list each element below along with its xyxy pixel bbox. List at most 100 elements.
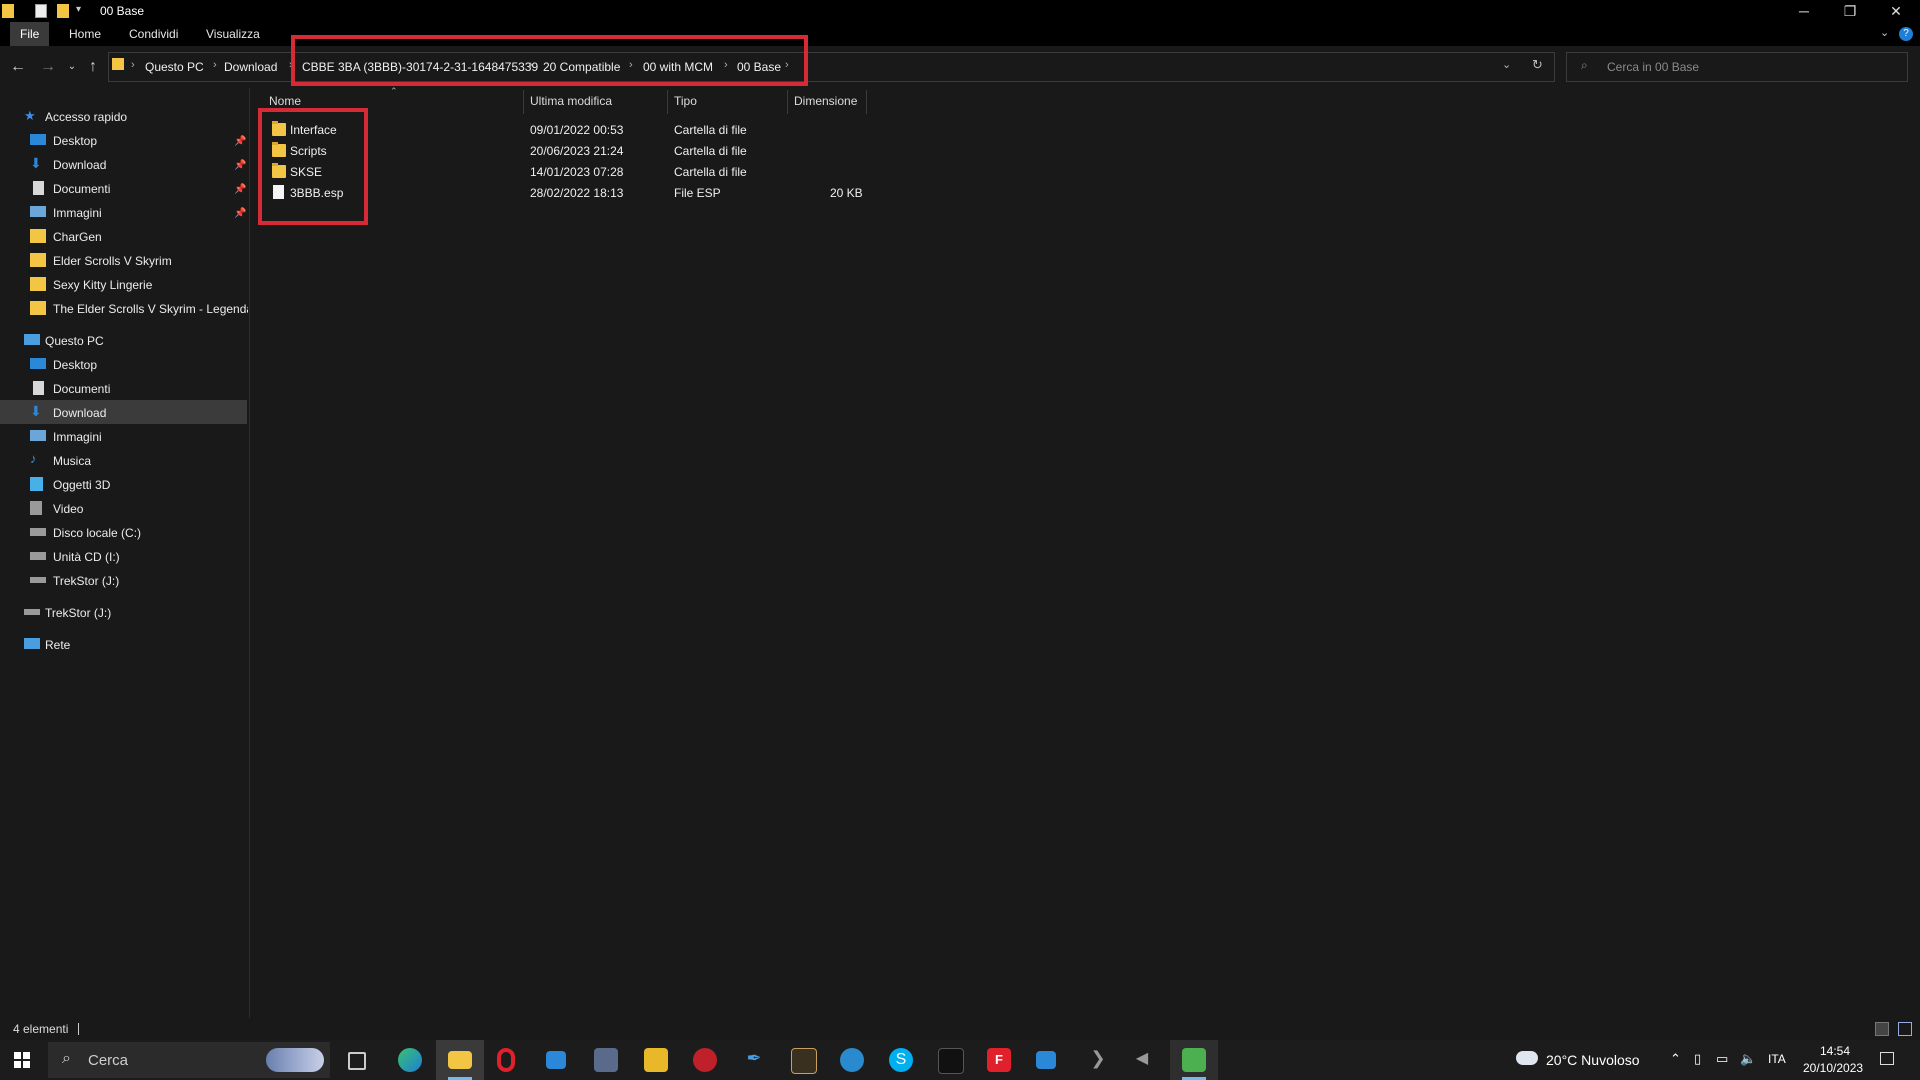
status-bar: 4 elementi	[0, 1018, 1920, 1040]
taskbar: ⌕ Cerca ✒ S F ❯ ◀ 20°C Nuvoloso ⌃ ▯ ▭ 🔈 …	[0, 1040, 1920, 1080]
file-size: 20 KB	[830, 186, 863, 200]
folder-icon	[112, 58, 124, 70]
sidebar-item-label: TrekStor (J:)	[45, 606, 112, 620]
sidebar-item-label: Video	[53, 502, 84, 516]
opera-icon[interactable]	[497, 1048, 515, 1072]
pin-icon[interactable]: 📌	[234, 184, 246, 195]
minimize-icon: ─	[1799, 3, 1809, 19]
file-type: File ESP	[674, 186, 721, 200]
customize-toolbar-icon[interactable]: ▾	[76, 4, 86, 18]
skype-icon[interactable]: S	[889, 1048, 913, 1072]
column-header-type[interactable]: Tipo	[674, 94, 697, 108]
large-icons-view-button[interactable]	[1898, 1022, 1912, 1036]
notification-icon[interactable]	[1880, 1052, 1894, 1065]
close-button[interactable]: ✕	[1873, 0, 1919, 22]
sidebar-item-label: CharGen	[53, 230, 102, 244]
usb-drive-icon	[30, 577, 46, 583]
restore-button[interactable]: ❐	[1827, 0, 1873, 22]
game-launcher-icon[interactable]	[791, 1048, 817, 1074]
breadcrumb-item-questo-pc[interactable]: Questo PC	[145, 60, 204, 74]
close-icon: ✕	[1890, 3, 1902, 19]
expand-ribbon-icon[interactable]: ⌄	[1880, 26, 1889, 39]
up-button[interactable]: ↑	[83, 57, 103, 77]
nvidia-icon[interactable]	[938, 1048, 964, 1074]
device-icon[interactable]: ▯	[1694, 1051, 1701, 1067]
help-icon[interactable]: ?	[1899, 27, 1913, 41]
refresh-icon[interactable]: ↻	[1532, 57, 1543, 73]
sidebar-item-label: Oggetti 3D	[53, 478, 111, 492]
window-app-icon[interactable]	[1036, 1051, 1056, 1069]
mod-manager-icon[interactable]	[594, 1048, 618, 1072]
clock-time[interactable]: 14:54	[1820, 1044, 1850, 1058]
task-view-icon[interactable]	[348, 1052, 366, 1070]
sidebar-item-label: Immagini	[53, 206, 102, 220]
folder-icon	[30, 301, 46, 315]
taskbar-search[interactable]: ⌕ Cerca	[48, 1042, 330, 1078]
file-type: Cartella di file	[674, 123, 747, 137]
edge-icon[interactable]	[398, 1048, 422, 1072]
file-explorer-icon[interactable]	[448, 1051, 472, 1069]
window-title: 00 Base	[100, 4, 145, 18]
tab-home[interactable]: Home	[59, 22, 111, 46]
volume-icon[interactable]: 🔈	[1740, 1051, 1756, 1067]
tab-view[interactable]: Visualizza	[196, 22, 270, 46]
recent-locations-button[interactable]: ⌄	[62, 57, 82, 77]
sidebar-item-label: Musica	[53, 454, 92, 468]
folder-icon	[30, 277, 46, 291]
details-view-button[interactable]	[1875, 1022, 1889, 1036]
breadcrumb-item-download[interactable]: Download	[224, 60, 277, 74]
documents-icon	[33, 381, 44, 395]
notes-icon[interactable]	[644, 1048, 668, 1072]
weather-text[interactable]: 20°C Nuvoloso	[1546, 1052, 1640, 1068]
weather-icon[interactable]	[1516, 1051, 1538, 1065]
app-window-icon[interactable]	[546, 1051, 566, 1069]
star-icon: ★	[24, 108, 36, 123]
pen-icon[interactable]: ✒	[742, 1048, 766, 1072]
sidebar-item-label: Desktop	[53, 358, 98, 372]
address-dropdown-icon[interactable]: ⌄	[1502, 58, 1511, 71]
download-icon: ⬇	[30, 155, 42, 171]
pictures-icon	[30, 430, 46, 441]
f-app-icon[interactable]: F	[987, 1048, 1011, 1072]
status-divider	[78, 1023, 79, 1035]
tab-file[interactable]: File	[10, 22, 50, 46]
sidebar-item-elder-scrolls-legendary[interactable]: The Elder Scrolls V Skyrim - Legendar	[30, 298, 248, 320]
file-type: Cartella di file	[674, 144, 747, 158]
start-button[interactable]	[14, 1052, 30, 1068]
sidebar-item-label: Unità CD (I:)	[53, 550, 120, 564]
red-app-icon[interactable]	[693, 1048, 717, 1072]
sidebar-item-label: Immagini	[53, 430, 102, 444]
spreadsheet-icon[interactable]	[1182, 1048, 1206, 1072]
clock-date[interactable]: 20/10/2023	[1803, 1061, 1863, 1075]
column-divider[interactable]	[667, 90, 668, 114]
chevron-up-icon[interactable]: ⌃	[1670, 1051, 1681, 1067]
network-tray-icon[interactable]: ▭	[1716, 1051, 1728, 1067]
minimize-button[interactable]: ─	[1781, 0, 1827, 22]
pin-icon[interactable]: 📌	[234, 160, 246, 171]
folder-icon	[2, 4, 14, 18]
sidebar-item-label: Rete	[45, 638, 71, 652]
file-type: Cartella di file	[674, 165, 747, 179]
column-header-name[interactable]: Nome	[269, 94, 301, 108]
pin-icon[interactable]: 📌	[234, 208, 246, 219]
back-button[interactable]: ←	[8, 57, 28, 77]
sidebar-item-label: Desktop	[53, 134, 98, 148]
column-divider[interactable]	[866, 90, 867, 114]
forward-button[interactable]: →	[38, 57, 58, 77]
column-header-size[interactable]: Dimensione	[794, 94, 857, 108]
music-icon: ♪	[30, 451, 37, 466]
tab-share[interactable]: Condividi	[119, 22, 188, 46]
audio-app-icon[interactable]: ◀	[1130, 1048, 1154, 1072]
properties-icon[interactable]	[35, 4, 47, 18]
sidebar-item-label: Documenti	[53, 382, 111, 396]
video-icon	[30, 501, 42, 515]
new-folder-icon[interactable]	[57, 4, 69, 18]
column-header-modified[interactable]: Ultima modifica	[530, 94, 612, 108]
column-divider[interactable]	[787, 90, 788, 114]
language-indicator[interactable]: ITA	[1768, 1052, 1786, 1066]
arrow-app-icon[interactable]: ❯	[1086, 1048, 1110, 1072]
paint-icon[interactable]	[840, 1048, 864, 1072]
pin-icon[interactable]: 📌	[234, 136, 246, 147]
column-divider[interactable]	[523, 90, 524, 114]
pictures-icon	[30, 206, 46, 217]
